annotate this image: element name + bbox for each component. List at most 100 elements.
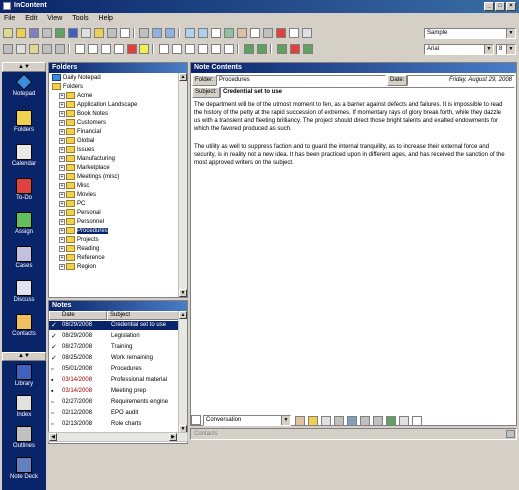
sidebar-section-button[interactable]: ▲▼ (2, 352, 46, 361)
expand-icon[interactable]: + (59, 137, 65, 144)
note-row[interactable]: ▫ 05/01/2008 Procedures (49, 365, 180, 374)
bullets-icon[interactable] (198, 44, 209, 54)
menu-file[interactable]: File (0, 14, 19, 24)
notes-hscrollbar[interactable]: ◀ ▶ (48, 432, 188, 442)
expand-icon[interactable]: + (59, 119, 65, 126)
undo-icon[interactable] (41, 44, 52, 54)
tree-item[interactable]: + Financial (59, 128, 101, 137)
bold-icon[interactable] (74, 44, 85, 54)
tree-item[interactable]: + PC (59, 200, 85, 209)
sidebar-scroll-button[interactable]: ▲▼ (2, 62, 46, 72)
font-color-icon[interactable] (126, 44, 137, 54)
note-row[interactable]: ✓ 08/29/2008 Credential set to use (49, 321, 180, 330)
expand-icon[interactable]: + (59, 209, 65, 216)
sidebar-item-discuss[interactable]: Discuss (2, 280, 46, 303)
menu-tools[interactable]: Tools (68, 14, 92, 24)
tree-item[interactable]: + Procedures (59, 227, 108, 236)
sidebar-item-notepad[interactable]: Notepad (2, 73, 46, 97)
edit-icon[interactable] (506, 430, 515, 438)
tree-item[interactable]: + Book Notes (59, 110, 108, 119)
sort-icon[interactable] (333, 416, 344, 426)
save-icon[interactable] (28, 28, 39, 38)
tree-item[interactable]: + Manufacturing (59, 155, 115, 164)
note-row[interactable]: ✓ 08/25/2008 Work remaining (49, 354, 180, 363)
expand-icon[interactable]: + (59, 200, 65, 207)
expand-icon[interactable]: + (59, 263, 65, 270)
link-icon[interactable] (295, 416, 305, 426)
books-icon[interactable] (346, 416, 357, 426)
sidebar-item-note-deck[interactable]: Note Deck (2, 457, 46, 480)
arrow-icon[interactable] (67, 28, 78, 38)
column-date[interactable]: Date (49, 311, 107, 320)
note-row[interactable]: ▫ 02/27/2008 Requirements engine (49, 398, 180, 407)
print-icon[interactable] (398, 416, 409, 426)
highlight-icon[interactable] (139, 44, 150, 54)
note-row[interactable]: ✓ 08/27/2008 Training (49, 343, 180, 352)
web-icon[interactable] (224, 28, 235, 38)
strike-icon[interactable] (113, 44, 124, 54)
note-row[interactable]: ▫ 02/13/2008 Role charts (49, 420, 180, 429)
attach-icon[interactable] (359, 416, 370, 426)
find-icon[interactable] (198, 28, 209, 38)
maximize-button[interactable]: □ (495, 2, 505, 11)
expand-icon[interactable]: + (59, 191, 65, 198)
tree-item[interactable]: + Customers (59, 119, 106, 128)
note-body-paragraph[interactable]: The department will be of the utmost mom… (194, 101, 509, 133)
sidebar-item-contacts[interactable]: Contacts (2, 314, 46, 337)
expand-icon[interactable]: + (59, 155, 65, 162)
tree-item[interactable]: + Acme (59, 92, 92, 101)
note-row[interactable]: ▪ 03/14/2008 Meeting prep (49, 387, 180, 396)
menu-help[interactable]: Help (95, 14, 117, 24)
close-button[interactable]: × (506, 2, 516, 11)
size-select[interactable]: 8 ▼ (496, 44, 516, 55)
notes-scrollbar[interactable]: ▲ ▼ (178, 311, 187, 433)
menu-edit[interactable]: Edit (21, 14, 41, 24)
expand-icon[interactable]: + (59, 101, 65, 108)
sidebar-item-todo[interactable]: To-Do (2, 178, 46, 201)
expand-icon[interactable]: + (59, 110, 65, 117)
chevron-down-icon[interactable]: ▼ (281, 416, 290, 425)
tree-item[interactable]: + Personnel (59, 218, 104, 227)
delete-icon[interactable] (119, 28, 130, 38)
chevron-down-icon[interactable]: ▼ (484, 45, 493, 54)
paste-icon[interactable] (28, 44, 39, 54)
zoom-icon[interactable] (165, 28, 176, 38)
chart-icon[interactable] (289, 44, 300, 54)
filter-icon[interactable] (320, 416, 331, 426)
tree-item[interactable]: + Issues (59, 146, 94, 155)
sidebar-item-cases[interactable]: Cases (2, 246, 46, 269)
underline-icon[interactable] (100, 44, 111, 54)
scroll-up-icon[interactable]: ▲ (179, 311, 187, 319)
search-icon[interactable] (185, 28, 196, 38)
tree-item[interactable]: + Misc (59, 182, 89, 191)
column-subject[interactable]: Subject (107, 311, 180, 320)
tree-root-daily-notepad[interactable]: Daily Notepad (52, 74, 101, 83)
cut-icon[interactable] (3, 44, 13, 54)
view-icon[interactable] (152, 28, 163, 38)
tree-item[interactable]: + Marketplace (59, 164, 110, 173)
indent-icon[interactable] (224, 44, 235, 54)
folders-scrollbar[interactable]: ▲ ▼ (178, 73, 187, 297)
chevron-down-icon[interactable]: ▼ (506, 45, 515, 54)
sidebar-item-assign[interactable]: Assign (2, 212, 46, 235)
outdent-icon[interactable] (211, 44, 222, 54)
note-row[interactable]: ✓ 08/29/2008 Legislation (49, 332, 180, 341)
chevron-down-icon[interactable]: ▼ (506, 29, 515, 38)
tree-item[interactable]: + Movies (59, 191, 96, 200)
subject-field[interactable]: Credential set to use (220, 87, 515, 98)
scroll-down-icon[interactable]: ▼ (179, 289, 187, 297)
expand-icon[interactable]: + (59, 164, 65, 171)
minimize-button[interactable]: _ (484, 2, 494, 11)
expand-icon[interactable]: + (59, 254, 65, 261)
refresh-icon[interactable] (54, 28, 65, 38)
align-left-icon[interactable] (159, 44, 170, 54)
tree-root-folders[interactable]: Folders (52, 83, 83, 92)
align-right-icon[interactable] (185, 44, 196, 54)
key-icon[interactable] (411, 416, 422, 426)
link-icon[interactable] (211, 28, 222, 38)
star-icon[interactable] (307, 416, 318, 426)
expand-icon[interactable]: + (59, 182, 65, 189)
expand-icon[interactable]: + (59, 92, 65, 99)
new-icon[interactable] (3, 28, 13, 38)
date-field[interactable]: Friday, August 29, 2008 (407, 75, 515, 86)
